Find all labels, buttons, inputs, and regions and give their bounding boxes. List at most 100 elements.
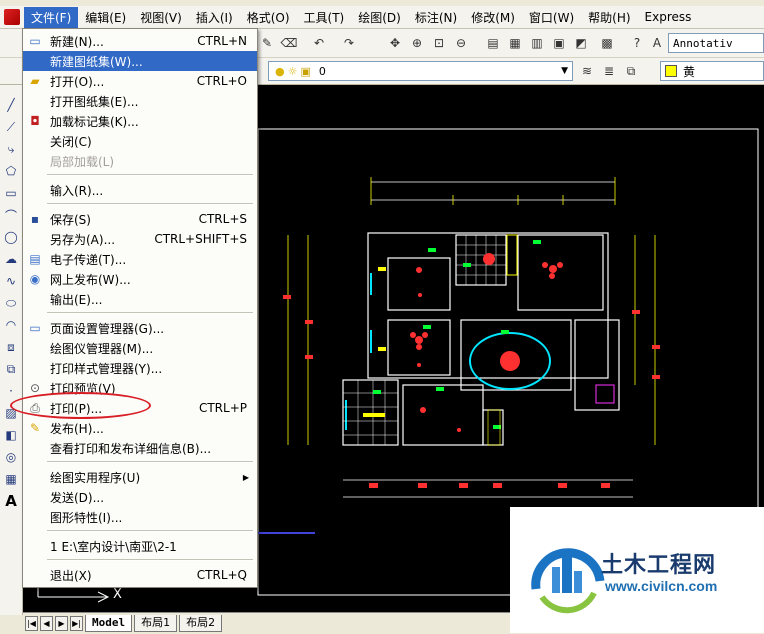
- zoom-window-icon[interactable]: ⊡: [430, 34, 448, 52]
- polyline-icon[interactable]: ⤷: [3, 141, 19, 157]
- menu-item-page-setup[interactable]: ▭ 页面设置管理器(G)...: [23, 318, 257, 338]
- ucs-x-label: X: [113, 587, 122, 602]
- civilcn-logo-icon: [531, 548, 605, 614]
- color-name: 黄: [683, 64, 696, 79]
- insert-block-icon[interactable]: ⧈: [3, 339, 19, 355]
- tab-layout2[interactable]: 布局2: [179, 615, 223, 632]
- menu-insert[interactable]: 插入(I): [189, 7, 240, 28]
- last-tab-icon[interactable]: ▶|: [70, 616, 83, 631]
- print-highlight-annotation: [10, 392, 151, 419]
- undo-icon[interactable]: ↶: [310, 34, 328, 52]
- brush-icon[interactable]: ⌫: [280, 34, 298, 52]
- menu-separator: [47, 203, 253, 205]
- match-properties-icon[interactable]: ✎: [258, 34, 276, 52]
- menu-item-load-markup[interactable]: ◘ 加载标记集(K)...: [23, 111, 257, 131]
- zoom-previous-icon[interactable]: ⊖: [452, 34, 470, 52]
- menu-window[interactable]: 窗口(W): [522, 7, 581, 28]
- zoom-realtime-icon[interactable]: ⊕: [408, 34, 426, 52]
- menu-help[interactable]: 帮助(H): [581, 7, 637, 28]
- layer-iso-icon[interactable]: ⧉: [622, 62, 640, 80]
- rectangle-icon[interactable]: ▭: [3, 185, 19, 201]
- circle-icon[interactable]: ◯: [3, 229, 19, 245]
- menu-item-plot-details[interactable]: 查看打印和发布详细信息(B)...: [23, 438, 257, 458]
- layer-freeze-icon: ☼: [287, 64, 298, 78]
- menu-dimension[interactable]: 标注(N): [408, 7, 464, 28]
- chevron-down-icon[interactable]: ▼: [561, 66, 568, 76]
- region-icon[interactable]: ◎: [3, 449, 19, 465]
- menu-bar: 文件(F) 编辑(E) 视图(V) 插入(I) 格式(O) 工具(T) 绘图(D…: [0, 6, 764, 29]
- menu-item-save[interactable]: ▪ 保存(S) CTRL+S: [23, 209, 257, 229]
- menu-separator: [47, 174, 253, 176]
- menu-item-save-as[interactable]: 另存为(A)... CTRL+SHIFT+S: [23, 229, 257, 249]
- menu-item-plot-style-manager[interactable]: 打印样式管理器(Y)...: [23, 358, 257, 378]
- properties-icon[interactable]: ▤: [484, 34, 502, 52]
- watermark-url: www.civilcn.com: [605, 578, 718, 594]
- menu-draw[interactable]: 绘图(D): [351, 7, 408, 28]
- menu-item-drawing-properties[interactable]: 图形特性(I)...: [23, 507, 257, 527]
- polygon-icon[interactable]: ⬠: [3, 163, 19, 179]
- menu-item-publish-web[interactable]: ◉ 网上发布(W)...: [23, 269, 257, 289]
- color-select[interactable]: 黄: [660, 61, 764, 81]
- menu-item-plotter-manager[interactable]: 绘图仪管理器(M)...: [23, 338, 257, 358]
- ellipse-arc-icon[interactable]: ◠: [3, 317, 19, 333]
- layer-select[interactable]: ● ☼ ▣ 0 ▼: [268, 61, 573, 81]
- autocad-app-icon[interactable]: [4, 9, 20, 25]
- menu-item-open[interactable]: ▰ 打开(O)... CTRL+O: [23, 71, 257, 91]
- menu-modify[interactable]: 修改(M): [464, 7, 522, 28]
- menu-tools[interactable]: 工具(T): [297, 7, 352, 28]
- design-center-icon[interactable]: ▦: [506, 34, 524, 52]
- menu-item-etransmit[interactable]: ▤ 电子传递(T)...: [23, 249, 257, 269]
- menu-item-new[interactable]: ▭ 新建(N)... CTRL+N: [23, 31, 257, 51]
- mtext-icon[interactable]: A: [3, 492, 19, 510]
- ellipse-icon[interactable]: ⬭: [3, 295, 19, 311]
- menu-item-send[interactable]: 发送(D)...: [23, 487, 257, 507]
- point-icon[interactable]: ·: [3, 383, 19, 399]
- table-icon[interactable]: ▦: [3, 471, 19, 487]
- layer-on-icon: ●: [275, 64, 285, 78]
- menu-express[interactable]: Express: [638, 8, 699, 26]
- menu-file[interactable]: 文件(F): [24, 6, 79, 28]
- tool-palettes-icon[interactable]: ▥: [528, 34, 546, 52]
- markup-icon: ◘: [30, 114, 40, 128]
- submenu-arrow-icon: ▶: [242, 472, 249, 482]
- menu-item-publish[interactable]: ✎ 发布(H)...: [23, 418, 257, 438]
- text-style-icon[interactable]: A: [648, 34, 666, 52]
- menu-edit[interactable]: 编辑(E): [78, 7, 133, 28]
- construction-line-icon[interactable]: ⟋: [3, 119, 19, 135]
- make-block-icon[interactable]: ⧉: [3, 361, 19, 377]
- annotation-scale-select[interactable]: Annotativ: [668, 33, 764, 53]
- menu-item-recent-file[interactable]: 1 E:\室内设计\南亚\2-1: [23, 536, 257, 556]
- menu-item-drawing-utilities[interactable]: 绘图实用程序(U) ▶: [23, 467, 257, 487]
- tab-model[interactable]: Model: [85, 615, 133, 632]
- help-icon[interactable]: ?: [628, 34, 646, 52]
- tab-layout1[interactable]: 布局1: [134, 615, 178, 632]
- gradient-icon[interactable]: ◧: [3, 427, 19, 443]
- menu-format[interactable]: 格式(O): [240, 7, 297, 28]
- sheet-set-icon[interactable]: ▣: [550, 34, 568, 52]
- pan-icon[interactable]: ✥: [386, 34, 404, 52]
- arc-icon[interactable]: ⌒: [3, 207, 19, 223]
- menu-item-new-sheet-set[interactable]: 新建图纸集(W)...: [23, 51, 257, 71]
- menu-item-export[interactable]: 输出(E)...: [23, 289, 257, 309]
- menu-item-close[interactable]: 关闭(C): [23, 131, 257, 151]
- publish-web-icon: ◉: [29, 272, 41, 286]
- redo-icon[interactable]: ↷: [340, 34, 358, 52]
- menu-item-exit[interactable]: 退出(X) CTRL+Q: [23, 565, 257, 585]
- prev-tab-icon[interactable]: ◀: [40, 616, 53, 631]
- spline-icon[interactable]: ∿: [3, 273, 19, 289]
- color-swatch: [665, 65, 677, 77]
- next-tab-icon[interactable]: ▶: [55, 616, 68, 631]
- markup-icon[interactable]: ◩: [572, 34, 590, 52]
- revcloud-icon[interactable]: ☁: [3, 251, 19, 267]
- menu-view[interactable]: 视图(V): [133, 7, 189, 28]
- calculator-icon[interactable]: ▩: [598, 34, 616, 52]
- menu-item-open-sheet-set[interactable]: 打开图纸集(E)...: [23, 91, 257, 111]
- open-folder-icon: ▰: [30, 74, 40, 88]
- layer-state-icon[interactable]: ≣: [600, 62, 618, 80]
- menu-item-import[interactable]: 输入(R)...: [23, 180, 257, 200]
- line-icon[interactable]: ╱: [3, 97, 19, 113]
- layer-previous-icon[interactable]: ≋: [578, 62, 596, 80]
- save-icon: ▪: [30, 212, 40, 226]
- new-file-icon: ▭: [29, 34, 41, 48]
- first-tab-icon[interactable]: |◀: [25, 616, 38, 631]
